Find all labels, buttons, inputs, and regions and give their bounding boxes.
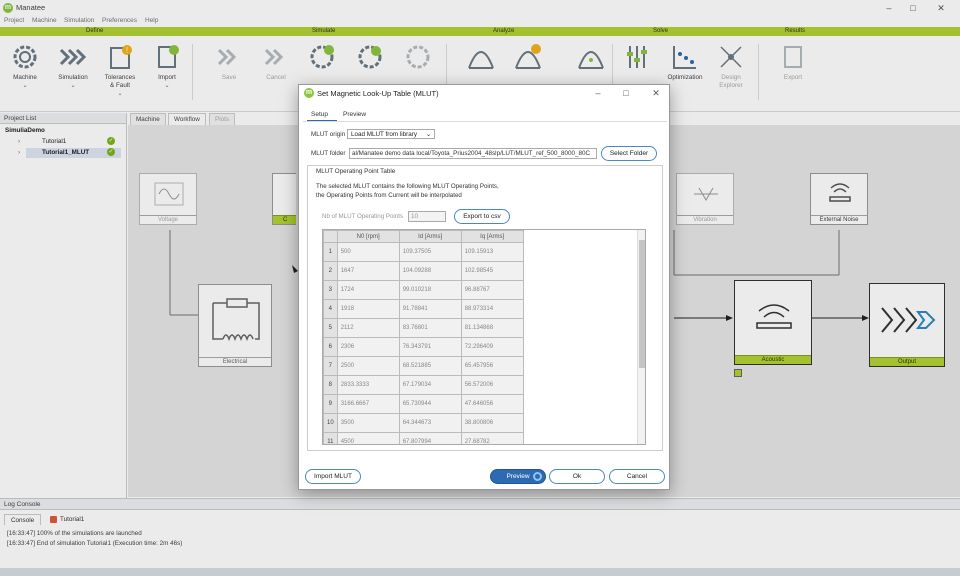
operating-point-groupbox: MLUT Operating Point Table The selected … <box>307 165 663 451</box>
table-cell[interactable]: 1647 <box>336 261 400 281</box>
mlut-dialog: m Set Magnetic Look-Up Table (MLUT) – □ … <box>298 84 670 490</box>
mlut-origin-label: MLUT origin <box>311 131 346 138</box>
table-cell[interactable]: 65.730944 <box>398 394 462 414</box>
table-row[interactable]: 4 1918 91.78841 88.973314 <box>323 299 524 319</box>
dialog-title-bar: m Set Magnetic Look-Up Table (MLUT) – □ … <box>299 85 669 102</box>
export-csv-button[interactable]: Export to csv <box>454 209 510 224</box>
ok-button[interactable]: Ok <box>549 469 605 484</box>
table-cell[interactable]: 65.457956 <box>460 356 524 376</box>
row-number: 5 <box>323 318 338 338</box>
mlut-origin-value: Load MLUT from library <box>351 131 418 138</box>
table-cell[interactable]: 67.179034 <box>398 375 462 395</box>
table-cell[interactable]: 500 <box>336 242 400 262</box>
preview-button[interactable]: Preview <box>490 469 546 484</box>
column-header-n0[interactable]: N0 [rpm] <box>336 230 400 243</box>
table-row[interactable]: 3 1724 99.010218 96.88767 <box>323 280 524 300</box>
mlut-table: N0 [rpm] Id [Arms] Iq [Arms] 1 500 109.375… <box>323 230 524 444</box>
dialog-tab-preview[interactable]: Preview <box>343 111 366 118</box>
chevron-down-icon: ⌄ <box>425 131 431 138</box>
table-row[interactable]: 7 2500 68.521885 65.457956 <box>323 356 524 376</box>
table-cell[interactable]: 72.296409 <box>460 337 524 357</box>
table-cell[interactable]: 88.973314 <box>460 299 524 319</box>
app-logo-icon: m <box>304 88 314 98</box>
row-number: 9 <box>323 394 338 414</box>
dialog-maximize-button[interactable]: □ <box>619 87 633 99</box>
table-cell[interactable]: 27.68782 <box>460 432 524 444</box>
table-row[interactable]: 5 2112 83.76801 81.134868 <box>323 318 524 338</box>
mlut-table-view: N0 [rpm] Id [Arms] Iq [Arms] 1 500 109.375… <box>322 229 646 445</box>
table-row[interactable]: 8 2833.3333 67.179034 56.572006 <box>323 375 524 395</box>
table-cell[interactable]: 104.09288 <box>398 261 462 281</box>
mlut-origin-select[interactable]: Load MLUT from library ⌄ <box>347 129 435 139</box>
import-mlut-button[interactable]: Import MLUT <box>305 469 361 484</box>
cancel-button[interactable]: Cancel <box>609 469 665 484</box>
table-cell[interactable]: 68.521885 <box>398 356 462 376</box>
table-row[interactable]: 9 3166.6667 65.730944 47.646056 <box>323 394 524 414</box>
table-cell[interactable]: 81.134868 <box>460 318 524 338</box>
table-cell[interactable]: 1724 <box>336 280 400 300</box>
table-cell[interactable]: 3166.6667 <box>336 394 400 414</box>
preview-button-label: Preview <box>506 473 530 480</box>
table-cell[interactable]: 64.344673 <box>398 413 462 433</box>
dialog-close-button[interactable]: ✕ <box>649 87 663 99</box>
loading-spinner-icon <box>533 472 542 481</box>
table-scrollbar[interactable] <box>637 230 645 444</box>
table-cell[interactable]: 91.78841 <box>398 299 462 319</box>
table-row[interactable]: 11 4500 67.807994 27.68782 <box>323 432 524 444</box>
groupbox-title: MLUT Operating Point Table <box>316 168 396 175</box>
row-number: 8 <box>323 375 338 395</box>
table-cell[interactable]: 67.807994 <box>398 432 462 444</box>
table-row[interactable]: 1 500 109.37505 109.15913 <box>323 242 524 262</box>
scrollbar-thumb[interactable] <box>639 240 645 368</box>
table-cell[interactable]: 109.15913 <box>460 242 524 262</box>
row-number: 10 <box>323 413 338 433</box>
mlut-folder-label: MLUT folder <box>311 150 346 157</box>
dialog-minimize-button[interactable]: – <box>591 87 605 99</box>
row-number: 11 <box>323 432 338 444</box>
row-number: 7 <box>323 356 338 376</box>
table-row[interactable]: 6 2306 76.343791 72.296409 <box>323 337 524 357</box>
row-number: 6 <box>323 337 338 357</box>
table-cell[interactable]: 2306 <box>336 337 400 357</box>
row-number: 3 <box>323 280 338 300</box>
table-cell[interactable]: 76.343791 <box>398 337 462 357</box>
row-number: 4 <box>323 299 338 319</box>
dialog-title: Set Magnetic Look-Up Table (MLUT) <box>317 89 439 98</box>
table-row[interactable]: 10 3500 64.344673 38.800806 <box>323 413 524 433</box>
info-text-line1: The selected MLUT contains the following… <box>316 183 499 190</box>
row-number: 2 <box>323 261 338 281</box>
tab-divider <box>303 121 667 122</box>
info-text-line2: the Operating Points from Current will b… <box>316 192 462 199</box>
row-number: 1 <box>323 242 338 262</box>
mlut-folder-input[interactable]: al/Manatee demo data local/Toyota_Prius2… <box>349 148 597 159</box>
table-cell[interactable]: 38.800806 <box>460 413 524 433</box>
nb-operating-points-label: Nb of MLUT Operating Points <box>322 213 404 220</box>
table-corner <box>323 230 338 243</box>
table-cell[interactable]: 109.37505 <box>398 242 462 262</box>
table-cell[interactable]: 99.010218 <box>398 280 462 300</box>
table-cell[interactable]: 1918 <box>336 299 400 319</box>
table-cell[interactable]: 2500 <box>336 356 400 376</box>
table-cell[interactable]: 2112 <box>336 318 400 338</box>
table-cell[interactable]: 3500 <box>336 413 400 433</box>
table-cell[interactable]: 56.572006 <box>460 375 524 395</box>
select-folder-button[interactable]: Select Folder <box>601 146 657 161</box>
dialog-tab-setup[interactable]: Setup <box>311 111 328 118</box>
table-cell[interactable]: 4500 <box>336 432 400 444</box>
table-cell[interactable]: 96.88767 <box>460 280 524 300</box>
column-header-id[interactable]: Id [Arms] <box>398 230 462 243</box>
table-row[interactable]: 2 1647 104.09288 102.98545 <box>323 261 524 281</box>
table-cell[interactable]: 83.76801 <box>398 318 462 338</box>
column-header-iq[interactable]: Iq [Arms] <box>460 230 524 243</box>
table-cell[interactable]: 47.646056 <box>460 394 524 414</box>
table-cell[interactable]: 102.98545 <box>460 261 524 281</box>
table-cell[interactable]: 2833.3333 <box>336 375 400 395</box>
nb-operating-points-spinbox[interactable]: 10 <box>408 211 446 222</box>
